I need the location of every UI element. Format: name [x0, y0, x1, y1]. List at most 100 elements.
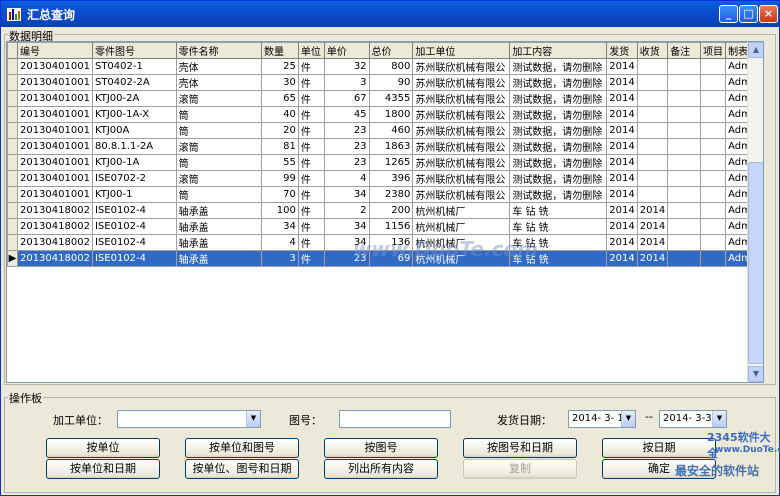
table-cell[interactable]	[667, 74, 702, 91]
table-cell[interactable]	[667, 154, 702, 171]
table-cell[interactable]: 23	[323, 138, 370, 155]
table-cell[interactable]: 件	[297, 154, 325, 171]
table-cell[interactable]: 34	[323, 186, 370, 203]
table-cell[interactable]: 筒	[175, 106, 263, 123]
table-cell[interactable]: 70	[261, 186, 299, 203]
column-header[interactable]: 收货	[636, 42, 669, 59]
column-header[interactable]: 发货	[606, 42, 638, 59]
table-cell[interactable]: ST0402-2A	[91, 74, 177, 91]
table-cell[interactable]	[636, 122, 669, 139]
table-cell[interactable]: 苏州联欣机械有限公	[412, 122, 511, 139]
table-cell[interactable]: 20	[261, 122, 299, 139]
column-header[interactable]: 项目	[700, 42, 727, 59]
table-cell[interactable]: 2014	[606, 138, 638, 155]
column-header[interactable]: 零件图号	[91, 42, 177, 59]
table-cell[interactable]	[667, 218, 702, 235]
column-header[interactable]: 单位	[297, 42, 325, 59]
table-cell[interactable]	[700, 154, 727, 171]
table-cell[interactable]: 2014	[606, 122, 638, 139]
table-cell[interactable]	[700, 90, 727, 107]
chevron-down-icon[interactable]: ▼	[621, 411, 635, 427]
table-cell[interactable]: 苏州联欣机械有限公	[412, 186, 511, 203]
close-button[interactable]: ×	[759, 5, 778, 23]
table-cell[interactable]: 件	[297, 58, 325, 75]
partno-input[interactable]	[339, 410, 451, 428]
table-cell[interactable]: 件	[297, 74, 325, 91]
table-cell[interactable]: 测试数据，请勿删除	[509, 154, 608, 171]
table-cell[interactable]: 81	[261, 138, 299, 155]
table-cell[interactable]: 20130401001	[16, 170, 93, 187]
date-to-picker[interactable]: 2014- 3-31 ▼	[659, 410, 727, 428]
list-all-button[interactable]: 列出所有内容	[324, 459, 438, 479]
table-cell[interactable]: 1156	[368, 218, 414, 235]
by-date-button[interactable]: 按日期	[602, 438, 716, 458]
table-cell[interactable]: 壳体	[175, 74, 263, 91]
table-cell[interactable]: KTJ00-1	[91, 186, 177, 203]
table-cell[interactable]: 苏州联欣机械有限公	[412, 106, 511, 123]
table-cell[interactable]	[667, 170, 702, 187]
table-cell[interactable]	[700, 218, 727, 235]
table-cell[interactable]: 2014	[606, 218, 638, 235]
table-cell[interactable]	[636, 90, 669, 107]
table-cell[interactable]: 车 钻 铣	[509, 202, 608, 219]
table-cell[interactable]: 测试数据，请勿删除	[509, 74, 608, 91]
table-cell[interactable]: 苏州联欣机械有限公	[412, 58, 511, 75]
column-header[interactable]: 加工单位	[412, 42, 511, 59]
table-cell[interactable]: 筒	[175, 154, 263, 171]
table-cell[interactable]	[667, 106, 702, 123]
table-cell[interactable]: 23	[323, 154, 370, 171]
table-cell[interactable]: 2014	[636, 218, 669, 235]
table-cell[interactable]: 件	[297, 170, 325, 187]
table-cell[interactable]: 轴承盖	[175, 202, 263, 219]
table-cell[interactable]	[667, 250, 702, 267]
column-header[interactable]: 零件名称	[175, 42, 263, 59]
data-grid[interactable]: 编号 零件图号 零件名称 数量 单位 单价 总价 加工单位 加工内容 发货 收货 备注 项目 制表人 20…	[6, 41, 764, 383]
table-cell[interactable]: 20130401001	[16, 154, 93, 171]
table-cell[interactable]	[636, 154, 669, 171]
table-cell[interactable]: 杭州机械厂	[412, 202, 511, 219]
table-cell[interactable]: 1800	[368, 106, 414, 123]
table-cell[interactable]: 滚筒	[175, 138, 263, 155]
table-cell[interactable]: 20130401001	[16, 138, 93, 155]
table-cell[interactable]	[667, 234, 702, 251]
table-cell[interactable]	[636, 138, 669, 155]
table-cell[interactable]	[667, 138, 702, 155]
column-header[interactable]: 备注	[667, 42, 702, 59]
unit-select[interactable]: ▼	[117, 410, 261, 428]
copy-button[interactable]: 复制	[463, 459, 577, 479]
table-cell[interactable]: 测试数据，请勿删除	[509, 186, 608, 203]
table-cell[interactable]: 4	[323, 170, 370, 187]
table-cell[interactable]: KTJ00-1A	[91, 154, 177, 171]
table-cell[interactable]: 3	[261, 250, 299, 267]
table-cell[interactable]: 99	[261, 170, 299, 187]
table-cell[interactable]	[636, 58, 669, 75]
table-cell[interactable]: 2014	[636, 234, 669, 251]
table-cell[interactable]: 20130401001	[16, 74, 93, 91]
table-row[interactable]: 20130418002 ISE0102-4 轴承盖 34 件 34 1156 杭州机械厂车 钻…	[7, 218, 763, 235]
scroll-up-button[interactable]: ▲	[748, 42, 763, 58]
table-cell[interactable]: 测试数据，请勿删除	[509, 122, 608, 139]
table-cell[interactable]: 件	[297, 90, 325, 107]
table-cell[interactable]: 20130401001	[16, 90, 93, 107]
table-cell[interactable]: ISE0102-4	[91, 202, 177, 219]
table-cell[interactable]: KTJ00-2A	[91, 90, 177, 107]
table-cell[interactable]	[700, 106, 727, 123]
table-cell[interactable]: 筒	[175, 186, 263, 203]
table-cell[interactable]: 2380	[368, 186, 414, 203]
table-cell[interactable]: 2014	[606, 202, 638, 219]
table-cell[interactable]: 32	[323, 58, 370, 75]
table-row[interactable]: 20130401001 KTJ00-1 筒 70 件 34 2380 苏州联欣机械有限公 测试数…	[7, 186, 763, 203]
table-cell[interactable]: KTJ00-1A-X	[91, 106, 177, 123]
table-cell[interactable]: 90	[368, 74, 414, 91]
table-row[interactable]: 20130401001 80.8.1.1-2A 滚筒 81 件 23 1863 苏州联欣机械有…	[7, 138, 763, 155]
table-cell[interactable]: 轴承盖	[175, 218, 263, 235]
table-cell[interactable]: 件	[297, 250, 325, 267]
table-cell[interactable]	[700, 138, 727, 155]
table-row[interactable]: 20130401001 KTJ00-1A-X 筒 40 件 45 1800 苏州联欣机械有限公…	[7, 106, 763, 123]
table-cell[interactable]: 20130418002	[16, 234, 93, 251]
vertical-scrollbar[interactable]: ▲ ▼	[747, 42, 763, 382]
table-cell[interactable]: 2014	[606, 58, 638, 75]
table-cell[interactable]	[700, 170, 727, 187]
table-row[interactable]: 20130401001 KTJ00-2A 滚筒 65 件 67 4355 苏州联欣机械有限公测…	[7, 90, 763, 107]
by-unit-partno-date-button[interactable]: 按单位、图号和日期	[185, 459, 299, 479]
